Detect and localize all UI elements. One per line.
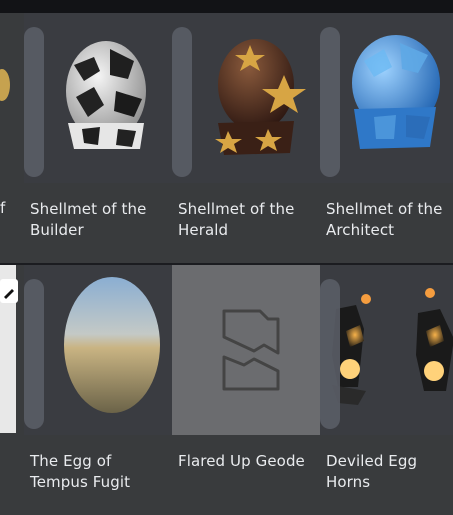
item-name-partial: f <box>0 199 6 217</box>
item-name[interactable]: Deviled Egg Horns <box>326 451 453 493</box>
catalog-item[interactable]: The Egg of Tempus Fugit <box>24 265 172 515</box>
item-name[interactable]: Shellmet of the Architect <box>326 199 453 241</box>
catalog-item-partial-2[interactable] <box>0 265 24 515</box>
edit-icon[interactable] <box>0 279 24 319</box>
scroll-handle[interactable] <box>320 279 340 429</box>
item-name[interactable]: The Egg of Tempus Fugit <box>30 451 170 493</box>
item-thumbnail <box>172 13 320 183</box>
catalog-item[interactable]: Flared Up Geode <box>172 265 320 515</box>
catalog-item-partial[interactable]: f <box>0 13 24 263</box>
scroll-handle[interactable] <box>24 27 44 177</box>
catalog-item[interactable]: Shellmet of the Herald <box>172 13 320 263</box>
catalog-item[interactable]: Shellmet of the Builder <box>24 13 172 263</box>
item-name[interactable]: Shellmet of the Herald <box>178 199 318 241</box>
item-thumbnail <box>24 265 172 435</box>
broken-image-icon <box>222 309 280 391</box>
item-name[interactable]: Shellmet of the Builder <box>30 199 170 241</box>
top-bar <box>0 0 453 13</box>
item-name[interactable]: Flared Up Geode <box>178 451 318 472</box>
catalog-item[interactable]: Deviled Egg Horns <box>320 265 453 515</box>
catalog-item[interactable]: Shellmet of the Architect <box>320 13 453 263</box>
image-placeholder <box>172 265 320 435</box>
scroll-handle[interactable] <box>320 27 340 177</box>
item-thumbnail <box>24 13 172 183</box>
builder-egg-image <box>66 41 146 149</box>
herald-egg-image <box>215 39 306 155</box>
tempus-fugit-egg-image <box>64 277 160 413</box>
item-thumbnail-partial <box>0 69 10 101</box>
scroll-handle[interactable] <box>24 279 44 429</box>
scroll-handle[interactable] <box>172 27 192 177</box>
